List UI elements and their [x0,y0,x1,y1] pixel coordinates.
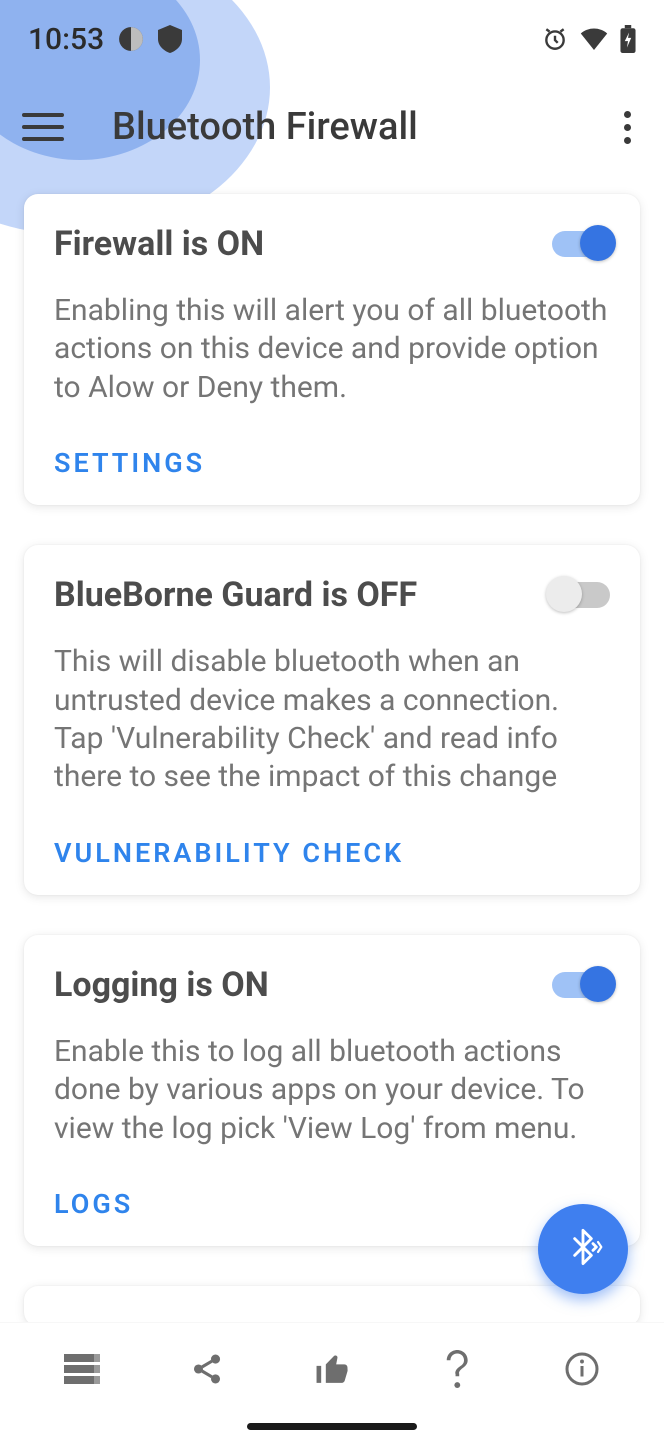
blueborne-toggle[interactable] [552,582,610,608]
firewall-description: Enabling this will alert you of all blue… [54,292,610,407]
logs-button[interactable]: LOGS [54,1188,610,1220]
content-area: Firewall is ON Enabling this will alert … [0,176,664,1326]
blueborne-description: This will disable bluetooth when an untr… [54,643,610,797]
notification-icon [118,26,144,52]
nav-help-icon[interactable] [427,1339,487,1399]
logging-title: Logging is ON [54,965,269,1005]
more-icon[interactable] [612,106,642,148]
wifi-icon [580,28,608,50]
shield-icon [158,25,182,53]
app-title: Bluetooth Firewall [112,105,418,149]
status-time: 10:53 [28,22,104,57]
bluetooth-fab[interactable] [538,1204,628,1294]
alarm-icon [542,26,568,52]
menu-icon[interactable] [22,106,64,148]
vulnerability-check-button[interactable]: VULNERABILITY CHECK [54,837,610,869]
firewall-title: Firewall is ON [54,224,264,264]
nav-share-icon[interactable] [177,1339,237,1399]
blueborne-title: BlueBorne Guard is OFF [54,575,417,615]
settings-button[interactable]: SETTINGS [54,447,610,479]
nav-thumbs-up-icon[interactable] [302,1339,362,1399]
firewall-card: Firewall is ON Enabling this will alert … [24,194,640,505]
blueborne-card: BlueBorne Guard is OFF This will disable… [24,545,640,895]
gesture-bar [247,1423,417,1430]
battery-icon [620,25,636,53]
status-bar: 10:53 [0,0,664,78]
app-bar: Bluetooth Firewall [0,78,664,176]
logging-toggle[interactable] [552,972,610,998]
nav-info-icon[interactable] [552,1339,612,1399]
firewall-toggle[interactable] [552,231,610,257]
logging-card: Logging is ON Enable this to log all blu… [24,935,640,1246]
logging-description: Enable this to log all bluetooth actions… [54,1033,610,1148]
nav-list-icon[interactable] [52,1339,112,1399]
bluetooth-icon [563,1227,603,1271]
next-card-peek [24,1286,640,1326]
